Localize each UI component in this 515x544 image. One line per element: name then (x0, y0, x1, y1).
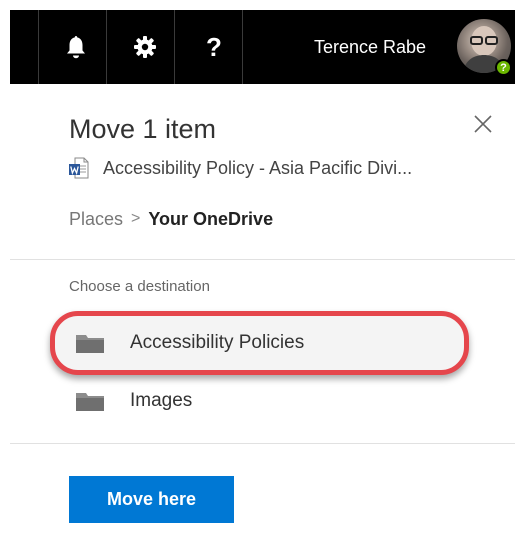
close-button[interactable] (471, 112, 495, 136)
destination-prompt: Choose a destination (69, 278, 210, 295)
presence-badge: ? (495, 59, 512, 76)
move-here-button[interactable]: Move here (69, 476, 234, 523)
divider (106, 10, 107, 84)
bell-icon (67, 36, 85, 59)
breadcrumb: Places > Your OneDrive (69, 207, 273, 231)
breadcrumb-places[interactable]: Places (69, 209, 123, 230)
divider (10, 443, 515, 444)
breadcrumb-separator: > (131, 210, 141, 227)
word-document-icon (69, 157, 89, 179)
gear-icon (134, 36, 156, 58)
help-icon: ? (206, 31, 222, 62)
notifications-button[interactable] (50, 10, 102, 84)
divider (38, 10, 39, 84)
user-name[interactable]: Terence Rabe (314, 10, 426, 84)
divider (174, 10, 175, 84)
file-name: Accessibility Policy - Asia Pacific Divi… (103, 157, 413, 178)
top-bar: ? Terence Rabe ? (10, 10, 515, 84)
folder-item-accessibility-policies[interactable]: Accessibility Policies (75, 328, 304, 358)
folder-label: Images (130, 390, 193, 411)
divider (242, 10, 243, 84)
help-button[interactable]: ? (188, 10, 240, 84)
folder-icon (75, 390, 105, 412)
breadcrumb-current: Your OneDrive (148, 208, 274, 229)
selected-file: Accessibility Policy - Asia Pacific Divi… (69, 156, 412, 180)
folder-item-images[interactable]: Images (75, 386, 192, 416)
folder-icon (75, 332, 105, 354)
panel-title: Move 1 item (69, 114, 217, 144)
close-icon (474, 115, 492, 133)
divider (10, 259, 515, 260)
folder-label: Accessibility Policies (130, 332, 305, 353)
settings-button[interactable] (119, 10, 171, 84)
